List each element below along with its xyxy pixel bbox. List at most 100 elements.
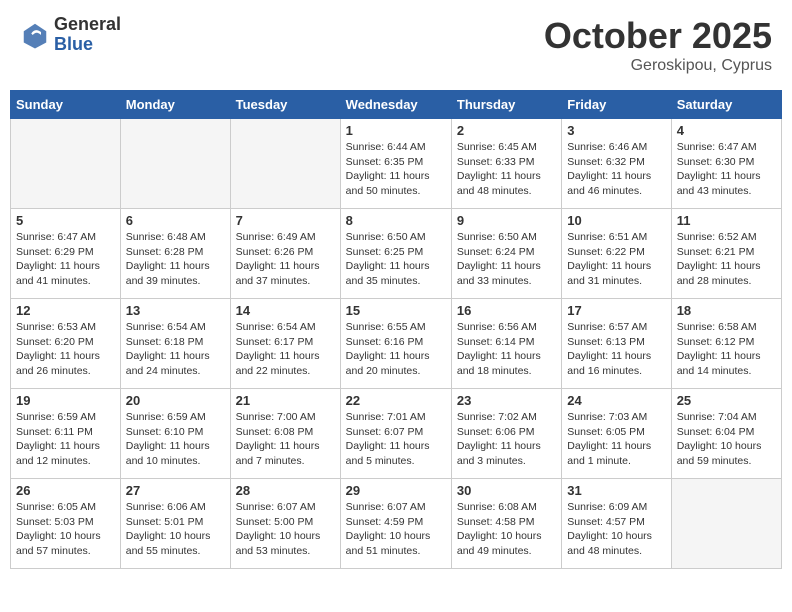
calendar-cell: 7 Sunrise: 6:49 AM Sunset: 6:26 PM Daylig… xyxy=(230,209,340,299)
col-tuesday: Tuesday xyxy=(230,91,340,119)
day-number: 17 xyxy=(567,303,665,318)
calendar-cell: 2Sunrise: 6:45 AM Sunset: 6:33 PM Daylig… xyxy=(451,119,561,209)
day-number: 14 xyxy=(236,303,335,318)
title-block: October 2025 Geroskipou, Cyprus xyxy=(544,15,772,75)
calendar-cell: 25 Sunrise: 7:04 AM Sunset: 6:04 PM Dayli… xyxy=(671,389,781,479)
calendar-cell: 6 Sunrise: 6:48 AM Sunset: 6:28 PM Daylig… xyxy=(120,209,230,299)
day-number: 1 xyxy=(346,123,446,138)
calendar-table: Sunday Monday Tuesday Wednesday Thursday… xyxy=(10,90,782,569)
day-info: Sunrise: 7:01 AM Sunset: 6:07 PM Dayligh… xyxy=(346,410,446,469)
calendar-cell: 14 Sunrise: 6:54 AM Sunset: 6:17 PM Dayli… xyxy=(230,299,340,389)
calendar-cell: 17 Sunrise: 6:57 AM Sunset: 6:13 PM Dayli… xyxy=(562,299,671,389)
calendar-header-row: Sunday Monday Tuesday Wednesday Thursday… xyxy=(11,91,782,119)
day-info: Sunrise: 6:44 AM Sunset: 6:35 PM Dayligh… xyxy=(346,140,446,199)
week-row-2: 5 Sunrise: 6:47 AM Sunset: 6:29 PM Daylig… xyxy=(11,209,782,299)
col-friday: Friday xyxy=(562,91,671,119)
calendar-cell: 23 Sunrise: 7:02 AM Sunset: 6:06 PM Dayli… xyxy=(451,389,561,479)
day-number: 27 xyxy=(126,483,225,498)
day-info: Sunrise: 6:05 AM Sunset: 5:03 PM Dayligh… xyxy=(16,500,115,559)
day-number: 13 xyxy=(126,303,225,318)
week-row-3: 12Sunrise: 6:53 AM Sunset: 6:20 PM Dayli… xyxy=(11,299,782,389)
day-number: 9 xyxy=(457,213,556,228)
day-info: Sunrise: 6:48 AM Sunset: 6:28 PM Dayligh… xyxy=(126,230,225,289)
page-header: General Blue October 2025 Geroskipou, Cy… xyxy=(10,10,782,80)
calendar-cell xyxy=(11,119,121,209)
calendar-cell: 31Sunrise: 6:09 AM Sunset: 4:57 PM Dayli… xyxy=(562,479,671,569)
day-info: Sunrise: 6:07 AM Sunset: 4:59 PM Dayligh… xyxy=(346,500,446,559)
day-number: 4 xyxy=(677,123,776,138)
logo: General Blue xyxy=(20,15,121,55)
day-info: Sunrise: 7:02 AM Sunset: 6:06 PM Dayligh… xyxy=(457,410,556,469)
calendar-cell: 18 Sunrise: 6:58 AM Sunset: 6:12 PM Dayli… xyxy=(671,299,781,389)
calendar-cell: 15Sunrise: 6:55 AM Sunset: 6:16 PM Dayli… xyxy=(340,299,451,389)
calendar-cell xyxy=(671,479,781,569)
day-info: Sunrise: 6:57 AM Sunset: 6:13 PM Dayligh… xyxy=(567,320,665,379)
col-wednesday: Wednesday xyxy=(340,91,451,119)
calendar-cell: 12Sunrise: 6:53 AM Sunset: 6:20 PM Dayli… xyxy=(11,299,121,389)
day-number: 26 xyxy=(16,483,115,498)
day-info: Sunrise: 6:47 AM Sunset: 6:30 PM Dayligh… xyxy=(677,140,776,199)
day-number: 18 xyxy=(677,303,776,318)
day-info: Sunrise: 6:49 AM Sunset: 6:26 PM Dayligh… xyxy=(236,230,335,289)
day-number: 24 xyxy=(567,393,665,408)
calendar-cell xyxy=(230,119,340,209)
week-row-5: 26 Sunrise: 6:05 AM Sunset: 5:03 PM Dayli… xyxy=(11,479,782,569)
week-row-1: 1 Sunrise: 6:44 AM Sunset: 6:35 PM Daylig… xyxy=(11,119,782,209)
day-info: Sunrise: 6:06 AM Sunset: 5:01 PM Dayligh… xyxy=(126,500,225,559)
calendar-cell: 30 Sunrise: 6:08 AM Sunset: 4:58 PM Dayli… xyxy=(451,479,561,569)
day-number: 16 xyxy=(457,303,556,318)
day-info: Sunrise: 7:00 AM Sunset: 6:08 PM Dayligh… xyxy=(236,410,335,469)
day-number: 11 xyxy=(677,213,776,228)
day-number: 5 xyxy=(16,213,115,228)
calendar-cell: 11 Sunrise: 6:52 AM Sunset: 6:21 PM Dayli… xyxy=(671,209,781,299)
calendar-cell: 3Sunrise: 6:46 AM Sunset: 6:32 PM Daylig… xyxy=(562,119,671,209)
calendar-cell: 4 Sunrise: 6:47 AM Sunset: 6:30 PM Daylig… xyxy=(671,119,781,209)
calendar-cell: 16Sunrise: 6:56 AM Sunset: 6:14 PM Dayli… xyxy=(451,299,561,389)
day-info: Sunrise: 6:46 AM Sunset: 6:32 PM Dayligh… xyxy=(567,140,665,199)
day-number: 2 xyxy=(457,123,556,138)
day-info: Sunrise: 6:59 AM Sunset: 6:10 PM Dayligh… xyxy=(126,410,225,469)
day-number: 30 xyxy=(457,483,556,498)
calendar-cell: 13 Sunrise: 6:54 AM Sunset: 6:18 PM Dayli… xyxy=(120,299,230,389)
calendar-cell: 1 Sunrise: 6:44 AM Sunset: 6:35 PM Daylig… xyxy=(340,119,451,209)
col-sunday: Sunday xyxy=(11,91,121,119)
col-monday: Monday xyxy=(120,91,230,119)
calendar-cell: 29 Sunrise: 6:07 AM Sunset: 4:59 PM Dayli… xyxy=(340,479,451,569)
day-number: 7 xyxy=(236,213,335,228)
day-number: 28 xyxy=(236,483,335,498)
day-info: Sunrise: 6:47 AM Sunset: 6:29 PM Dayligh… xyxy=(16,230,115,289)
day-number: 25 xyxy=(677,393,776,408)
calendar-cell: 10 Sunrise: 6:51 AM Sunset: 6:22 PM Dayli… xyxy=(562,209,671,299)
day-info: Sunrise: 6:54 AM Sunset: 6:17 PM Dayligh… xyxy=(236,320,335,379)
logo-general: General xyxy=(54,15,121,35)
day-info: Sunrise: 6:07 AM Sunset: 5:00 PM Dayligh… xyxy=(236,500,335,559)
location-subtitle: Geroskipou, Cyprus xyxy=(544,57,772,75)
day-info: Sunrise: 7:03 AM Sunset: 6:05 PM Dayligh… xyxy=(567,410,665,469)
logo-blue: Blue xyxy=(54,35,121,55)
day-info: Sunrise: 6:08 AM Sunset: 4:58 PM Dayligh… xyxy=(457,500,556,559)
day-number: 29 xyxy=(346,483,446,498)
day-number: 6 xyxy=(126,213,225,228)
day-number: 15 xyxy=(346,303,446,318)
logo-text: General Blue xyxy=(54,15,121,55)
day-number: 10 xyxy=(567,213,665,228)
calendar-cell: 8Sunrise: 6:50 AM Sunset: 6:25 PM Daylig… xyxy=(340,209,451,299)
day-info: Sunrise: 6:50 AM Sunset: 6:25 PM Dayligh… xyxy=(346,230,446,289)
day-number: 20 xyxy=(126,393,225,408)
day-info: Sunrise: 6:50 AM Sunset: 6:24 PM Dayligh… xyxy=(457,230,556,289)
day-info: Sunrise: 6:51 AM Sunset: 6:22 PM Dayligh… xyxy=(567,230,665,289)
day-number: 23 xyxy=(457,393,556,408)
calendar-cell: 21 Sunrise: 7:00 AM Sunset: 6:08 PM Dayli… xyxy=(230,389,340,479)
day-info: Sunrise: 6:58 AM Sunset: 6:12 PM Dayligh… xyxy=(677,320,776,379)
calendar-cell: 26 Sunrise: 6:05 AM Sunset: 5:03 PM Dayli… xyxy=(11,479,121,569)
day-number: 31 xyxy=(567,483,665,498)
day-info: Sunrise: 7:04 AM Sunset: 6:04 PM Dayligh… xyxy=(677,410,776,469)
calendar-cell: 27 Sunrise: 6:06 AM Sunset: 5:01 PM Dayli… xyxy=(120,479,230,569)
day-number: 21 xyxy=(236,393,335,408)
day-info: Sunrise: 6:54 AM Sunset: 6:18 PM Dayligh… xyxy=(126,320,225,379)
logo-icon xyxy=(20,20,50,50)
day-info: Sunrise: 6:52 AM Sunset: 6:21 PM Dayligh… xyxy=(677,230,776,289)
calendar-cell: 9 Sunrise: 6:50 AM Sunset: 6:24 PM Daylig… xyxy=(451,209,561,299)
calendar-cell: 28 Sunrise: 6:07 AM Sunset: 5:00 PM Dayli… xyxy=(230,479,340,569)
calendar-cell: 5 Sunrise: 6:47 AM Sunset: 6:29 PM Daylig… xyxy=(11,209,121,299)
